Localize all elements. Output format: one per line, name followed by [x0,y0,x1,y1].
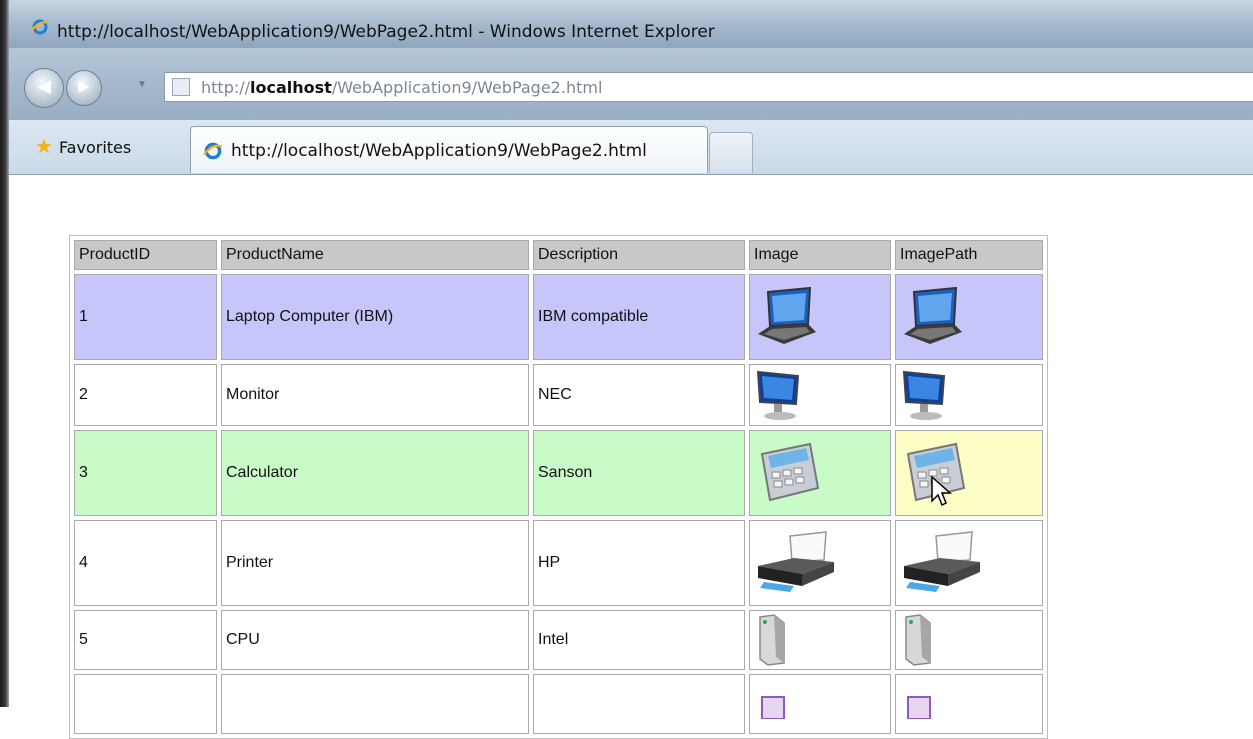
forward-button[interactable]: ▶ [66,70,102,106]
favorites-button[interactable]: ★ Favorites [35,134,131,158]
new-tab-button[interactable] [709,132,753,173]
header-image: Image [749,240,891,270]
header-description: Description [533,240,745,270]
table-row[interactable]: 2 Monitor NEC [74,364,1043,426]
cell-productid: 3 [74,430,217,516]
header-productid: ProductID [74,240,217,270]
monitor-icon [902,370,946,420]
cell-productid [74,674,217,734]
page-icon [172,78,190,96]
header-imagepath: ImagePath [895,240,1043,270]
calculator-icon [760,442,820,502]
cell-productname: Calculator [221,430,529,516]
cell-imagepath [895,274,1043,360]
cell-image [749,274,891,360]
address-url[interactable]: http://localhost/WebApplication9/WebPage… [201,78,602,97]
title-bar: http://localhost/WebApplication9/WebPage… [9,0,1253,48]
ie-tab-icon [203,142,223,160]
history-dropdown-icon[interactable]: ▼ [137,79,147,90]
media-icon [761,696,785,719]
table-row[interactable]: 5 CPU Intel [74,610,1043,670]
table-row[interactable]: 4 Printer HP [74,520,1043,606]
products-grid: ProductID ProductName Description Image … [69,235,1048,739]
cell-imagepath [895,610,1043,670]
cell-image [749,674,891,734]
cell-description [533,674,745,734]
tab-label: http://localhost/WebApplication9/WebPage… [231,141,647,161]
printer-icon [904,531,980,592]
cpu-tower-icon [905,614,931,666]
cell-imagepath [895,520,1043,606]
forward-arrow-icon: ▶ [78,78,90,95]
table-row[interactable] [74,674,1043,734]
cpu-tower-icon [759,614,785,666]
cell-productname: Laptop Computer (IBM) [221,274,529,360]
cell-image [749,520,891,606]
cell-description: Intel [533,610,745,670]
cell-description: Sanson [533,430,745,516]
tab-webpage2[interactable]: http://localhost/WebApplication9/WebPage… [190,126,708,173]
back-arrow-icon: ◀ [37,76,51,96]
cell-productname: Monitor [221,364,529,426]
cell-description: IBM compatible [533,274,745,360]
navigation-bar: ◀ ▶ ▼ http://localhost/WebApplication9/W… [9,48,1253,120]
favorites-tab-bar: ★ Favorites http://localhost/WebApplicati… [9,120,1253,175]
favorites-label: Favorites [58,138,132,157]
cell-image [749,610,891,670]
monitor-icon [756,370,800,420]
table-row[interactable]: 3 Calculator Sanson [74,430,1043,516]
ie-logo-icon [31,19,49,35]
cell-productid: 4 [74,520,217,606]
grid-header-row: ProductID ProductName Description Image … [74,240,1043,270]
address-bar[interactable]: http://localhost/WebApplication9/WebPage… [164,72,1253,102]
cell-image [749,430,891,516]
back-button[interactable]: ◀ [24,68,64,108]
cell-image [749,364,891,426]
cell-productname: CPU [221,610,529,670]
cell-productid: 2 [74,364,217,426]
printer-icon [758,531,834,592]
cell-productname: Printer [221,520,529,606]
cell-productid: 5 [74,610,217,670]
cell-description: NEC [533,364,745,426]
media-icon [907,696,931,719]
cell-description: HP [533,520,745,606]
header-productname: ProductName [221,240,529,270]
star-icon: ★ [35,134,53,158]
table-row[interactable]: 1 Laptop Computer (IBM) IBM compatible [74,274,1043,360]
cell-imagepath [895,430,1043,516]
window-left-edge [0,0,9,707]
cell-productid: 1 [74,274,217,360]
mouse-cursor-icon [931,475,952,507]
window-title: http://localhost/WebApplication9/WebPage… [57,22,715,42]
cell-productname [221,674,529,734]
laptop-icon [758,286,816,344]
laptop-icon [904,286,962,344]
cell-imagepath [895,674,1043,734]
page-content: ProductID ProductName Description Image … [9,175,1253,739]
cell-imagepath [895,364,1043,426]
